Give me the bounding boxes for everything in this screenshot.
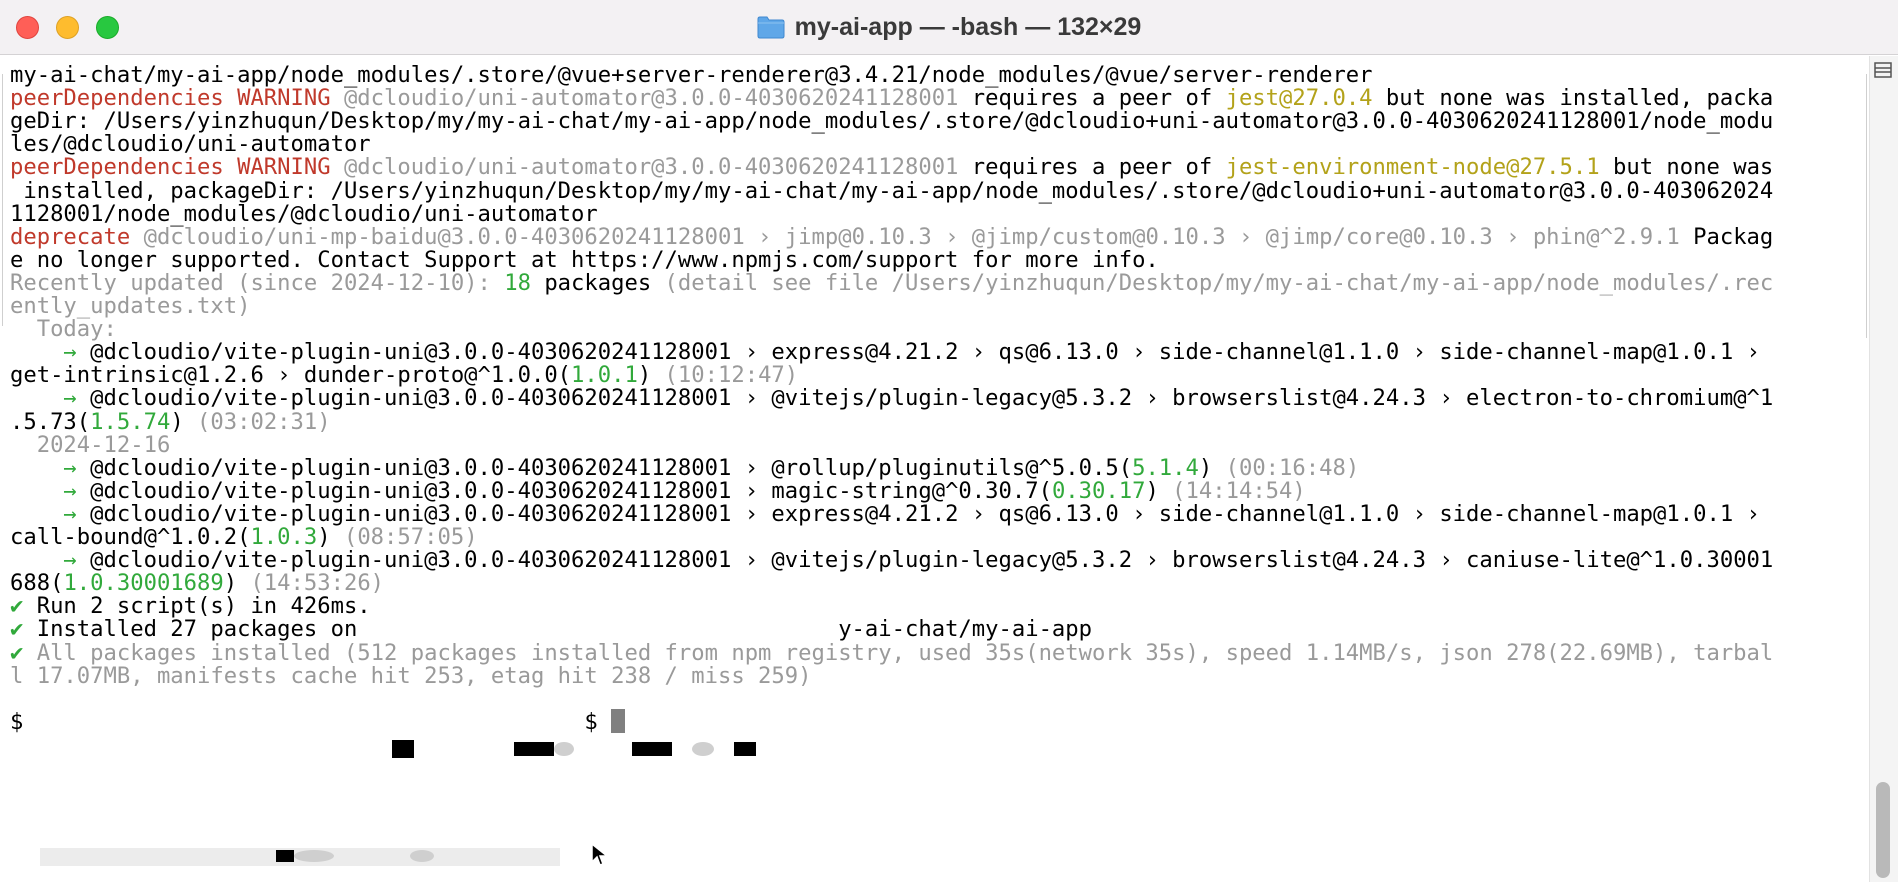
- terminal-line: l 17.07MB, manifests cache hit 253, etag…: [10, 662, 811, 690]
- terminal-text-segment: packages: [530, 269, 652, 296]
- terminal-text-segment: (detail see file /Users/yinzhuqun/Deskto…: [651, 269, 1774, 296]
- redaction-block: [276, 850, 294, 862]
- scrollbar[interactable]: [1869, 56, 1898, 882]
- folder-icon: [757, 16, 785, 39]
- redaction-block: [632, 742, 672, 756]
- redaction-block: [692, 742, 714, 756]
- selection-edge-right: [1862, 74, 1867, 338]
- selection-edge-left: [2, 74, 7, 326]
- terminal-text-segment: l 17.07MB, manifests cache hit 253, etag…: [10, 662, 812, 689]
- text-cursor: [611, 708, 626, 733]
- window-title: my-ai-app — -bash — 132×29: [794, 12, 1142, 41]
- terminal-window: my-ai-app — -bash — 132×29 my-ai-chat/my…: [0, 0, 1898, 882]
- terminal-text-segment: 18: [504, 269, 531, 296]
- redaction-block: [294, 850, 334, 862]
- mouse-pointer-icon: [591, 842, 610, 866]
- terminal-text-segment: ): [170, 408, 184, 435]
- terminal-output[interactable]: my-ai-chat/my-ai-app/node_modules/.store…: [0, 56, 1868, 882]
- redaction-block: [734, 742, 756, 756]
- redaction-block: [514, 742, 554, 756]
- redaction-block: [410, 850, 434, 862]
- window-title-area: my-ai-app — -bash — 132×29: [0, 0, 1898, 54]
- scrollbar-thumb[interactable]: [1876, 782, 1890, 878]
- terminal-text-segment: (03:02:31): [183, 408, 331, 435]
- terminal-line: Recently updated (since 2024-12-10): 18 …: [10, 269, 1773, 297]
- terminal-text-segment: $ $: [10, 708, 612, 735]
- split-pane-icon[interactable]: [1874, 62, 1892, 78]
- terminal-text-segment: Packag: [1679, 223, 1774, 250]
- redaction-block: [392, 740, 414, 758]
- terminal-text-segment: @dcloudio/vite-plugin-uni@3.0.0-40306202…: [90, 385, 1774, 412]
- terminal-line: $ $: [10, 708, 626, 736]
- redaction-block: [554, 742, 574, 756]
- title-bar[interactable]: my-ai-app — -bash — 132×29: [0, 0, 1898, 55]
